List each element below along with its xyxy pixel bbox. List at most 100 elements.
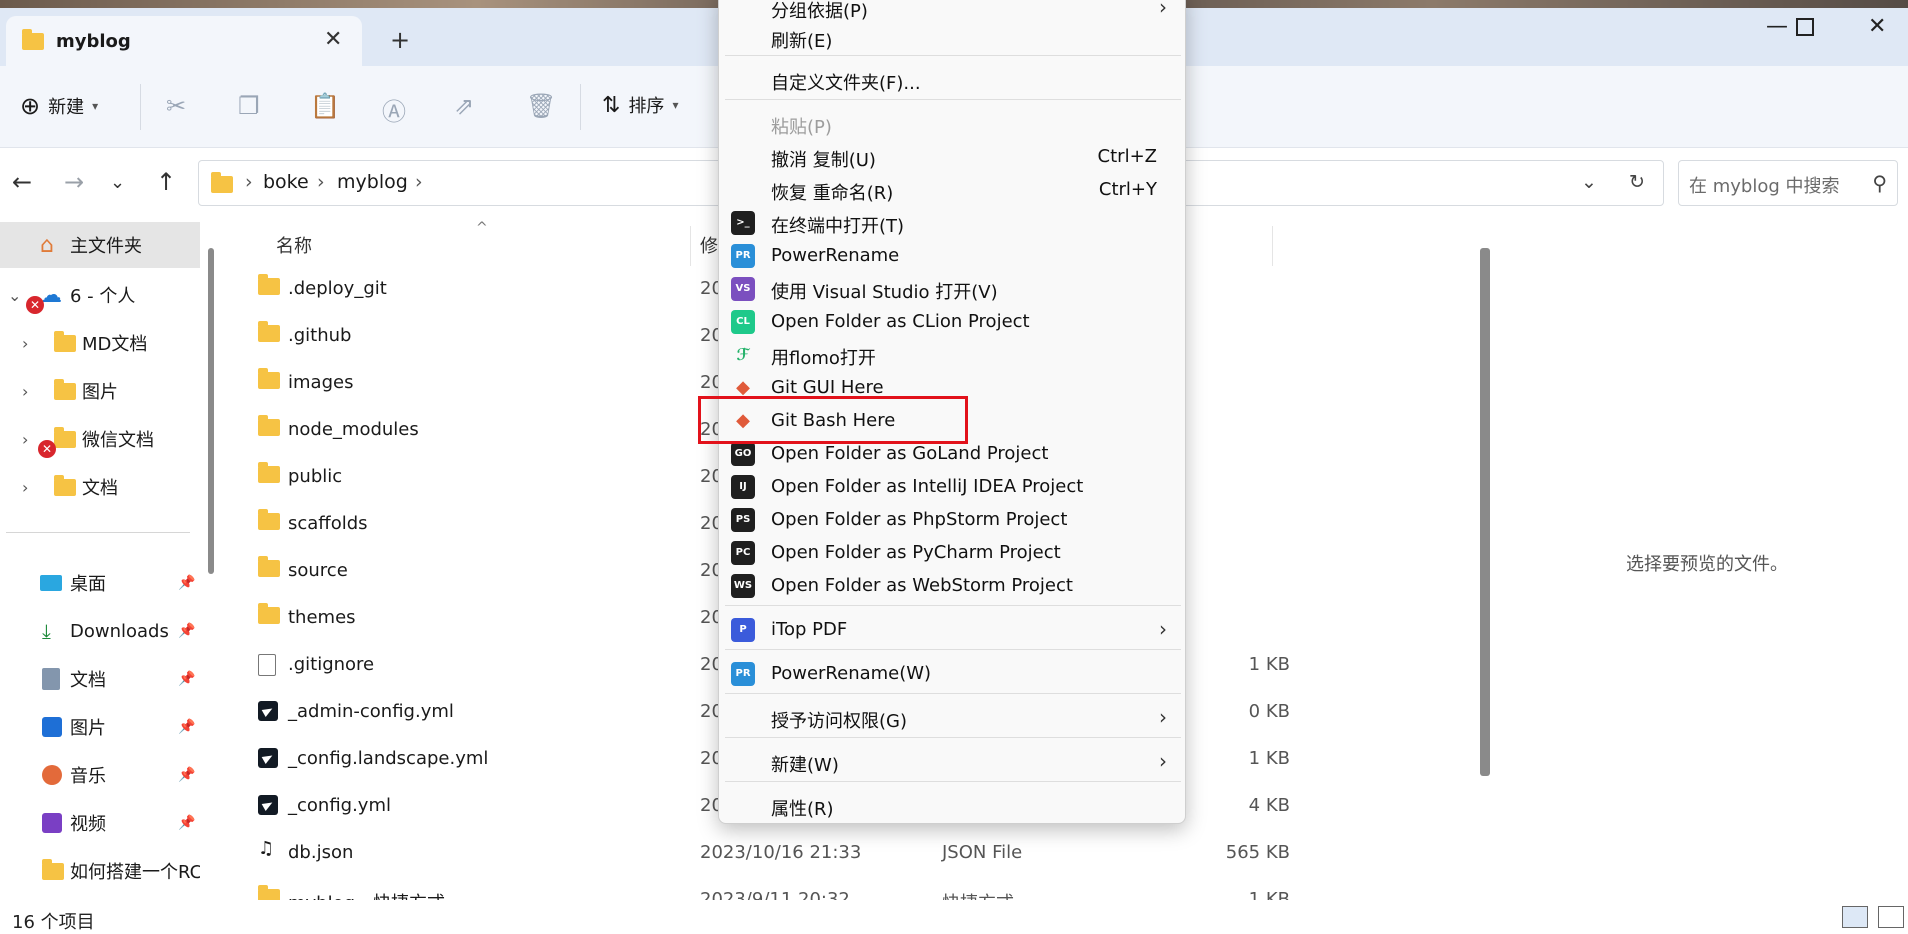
details-view-button[interactable] [1842, 906, 1868, 928]
sidebar-item-quick-documents[interactable]: 文档 📌 [0, 656, 200, 702]
sidebar-item-wechat-docs[interactable]: › ✕ 微信文档 [0, 416, 200, 462]
menu-item-redo-rename[interactable]: 恢复 重命名(R) Ctrl+Y [719, 173, 1187, 206]
forward-button[interactable]: → [64, 168, 84, 196]
intellij-icon: IJ [731, 475, 755, 499]
chevron-right-icon[interactable]: › [22, 478, 28, 497]
menu-item-refresh[interactable]: 刷新(E) [719, 21, 1187, 54]
column-header-modified[interactable]: 修 [700, 232, 718, 258]
chevron-down-icon[interactable]: ⌄ [8, 286, 21, 305]
file-size: 4 KB [1248, 795, 1290, 816]
delete-icon[interactable]: 🗑 [526, 92, 556, 120]
table-row[interactable]: ♫ db.json 2023/10/16 21:33 JSON File 565 KB [258, 830, 1498, 876]
menu-item-properties[interactable]: 属性(R) [719, 789, 1187, 822]
menu-item-open-terminal[interactable]: >_ 在终端中打开(T) [719, 206, 1187, 239]
breadcrumb-boke[interactable]: boke [263, 171, 309, 193]
sidebar-item-pictures[interactable]: › 图片 [0, 368, 200, 414]
sidebar-scrollbar[interactable] [208, 248, 214, 574]
file-size: 1 KB [1248, 748, 1290, 769]
menu-item-undo-copy[interactable]: 撤消 复制(U) Ctrl+Z [719, 140, 1187, 173]
chevron-right-icon: › [1159, 617, 1167, 641]
file-name: _config.yml [288, 795, 391, 816]
sidebar-item-music[interactable]: 音乐 📌 [0, 752, 200, 798]
sidebar-item-videos[interactable]: 视频 📌 [0, 800, 200, 846]
menu-item-pycharm[interactable]: PC Open Folder as PyCharm Project [719, 536, 1187, 569]
file-name: .github [288, 325, 352, 346]
pin-icon[interactable]: 📌 [178, 671, 195, 687]
sidebar-item-quick-pictures[interactable]: 图片 📌 [0, 704, 200, 750]
menu-item-grant-access[interactable]: 授予访问权限(G) › [719, 701, 1187, 734]
menu-item-new[interactable]: 新建(W) › [719, 745, 1187, 778]
sidebar-item-md-docs[interactable]: › MD文档 [0, 320, 200, 366]
close-tab-icon[interactable]: ✕ [324, 27, 342, 52]
close-window-button[interactable]: ✕ [1868, 14, 1886, 39]
sidebar-item-onedrive[interactable]: ⌄ ☁ ✕ 6 - 个人 [0, 272, 200, 318]
itop-pdf-icon: P [731, 618, 755, 642]
sync-error-icon: ✕ [38, 440, 56, 458]
sidebar-item-label: 文档 [70, 670, 106, 691]
share-icon[interactable]: ⇗ [454, 92, 474, 120]
cut-icon[interactable]: ✂ [166, 92, 186, 120]
column-header-name[interactable]: 名称 [276, 232, 312, 258]
menu-item-powerrename[interactable]: PR PowerRename [719, 239, 1187, 272]
sidebar-item-downloads[interactable]: ⤓ Downloads 📌 [0, 608, 200, 654]
paste-icon[interactable]: 📋 [310, 92, 340, 120]
folder-icon [54, 378, 76, 400]
rename-icon[interactable]: Ⓐ [382, 92, 406, 127]
preview-pane: 选择要预览的文件。 [1490, 220, 1908, 900]
pin-icon[interactable]: 📌 [178, 575, 195, 591]
column-separator[interactable] [690, 226, 691, 266]
sidebar-item-desktop[interactable]: 桌面 📌 [0, 560, 200, 606]
file-name: .gitignore [288, 654, 375, 675]
pin-icon[interactable]: 📌 [178, 815, 195, 831]
sidebar-item-rc-folder[interactable]: 如何搭建一个RC [0, 848, 200, 894]
tab-myblog[interactable]: myblog ✕ [6, 16, 362, 68]
up-button[interactable]: ↑ [156, 168, 176, 196]
menu-item-itop-pdf[interactable]: P iTop PDF › [719, 613, 1187, 646]
menu-item-customize-folder[interactable]: 自定义文件夹(F)... [719, 63, 1187, 96]
menu-item-intellij[interactable]: IJ Open Folder as IntelliJ IDEA Project [719, 470, 1187, 503]
tiles-view-button[interactable] [1878, 906, 1904, 928]
file-modified: 2023/10/16 21:33 [700, 842, 862, 863]
tab-title: myblog [56, 31, 131, 52]
menu-item-powerrename-w[interactable]: PR PowerRename(W) [719, 657, 1187, 690]
pin-icon[interactable]: 📌 [178, 623, 195, 639]
search-box[interactable]: 在 myblog 中搜索 ⚲ [1678, 160, 1898, 206]
chevron-right-icon[interactable]: › [22, 334, 28, 353]
file-name: images [288, 372, 354, 393]
refresh-icon[interactable]: ↻ [1629, 171, 1645, 193]
search-icon: ⚲ [1872, 171, 1887, 195]
minimize-button[interactable]: — [1766, 14, 1788, 39]
file-size: 565 KB [1225, 842, 1290, 863]
sidebar-item-home[interactable]: ⌂ 主文件夹 [0, 222, 200, 268]
file-list-scrollbar[interactable] [1480, 248, 1490, 776]
folder-icon [258, 556, 280, 577]
chevron-right-icon[interactable]: › [22, 430, 28, 449]
sort-button[interactable]: ⇅ 排序 ▾ [602, 92, 678, 118]
new-tab-button[interactable]: + [390, 26, 410, 54]
pin-icon[interactable]: 📌 [178, 767, 195, 783]
sidebar-divider [6, 532, 190, 533]
recent-locations-button[interactable]: ⌄ [110, 172, 125, 193]
menu-item-shortcut: Ctrl+Z [1097, 146, 1157, 167]
back-button[interactable]: ← [12, 168, 32, 196]
address-dropdown-icon[interactable]: ⌄ [1581, 171, 1597, 193]
webstorm-icon: WS [731, 574, 755, 598]
new-button[interactable]: ⊕ 新建 ▾ [20, 92, 98, 120]
chevron-right-icon[interactable]: › [22, 382, 28, 401]
file-icon [258, 654, 276, 676]
menu-item-visual-studio[interactable]: VS 使用 Visual Studio 打开(V) [719, 272, 1187, 305]
toolbar-divider [580, 84, 581, 130]
copy-icon[interactable]: ❐ [238, 92, 260, 120]
search-placeholder: 在 myblog 中搜索 [1689, 176, 1840, 197]
menu-item-paste[interactable]: 粘贴(P) [719, 107, 1187, 140]
column-separator[interactable] [1272, 226, 1273, 266]
sidebar-item-label: 视频 [70, 814, 106, 835]
pin-icon[interactable]: 📌 [178, 719, 195, 735]
menu-item-clion[interactable]: CL Open Folder as CLion Project [719, 305, 1187, 338]
menu-item-flomo[interactable]: ℱ 用flomo打开 [719, 338, 1187, 371]
menu-item-phpstorm[interactable]: PS Open Folder as PhpStorm Project [719, 503, 1187, 536]
sidebar-item-documents[interactable]: › 文档 [0, 464, 200, 510]
maximize-button[interactable] [1796, 18, 1814, 36]
menu-item-webstorm[interactable]: WS Open Folder as WebStorm Project [719, 569, 1187, 602]
breadcrumb-myblog[interactable]: myblog [337, 171, 408, 193]
